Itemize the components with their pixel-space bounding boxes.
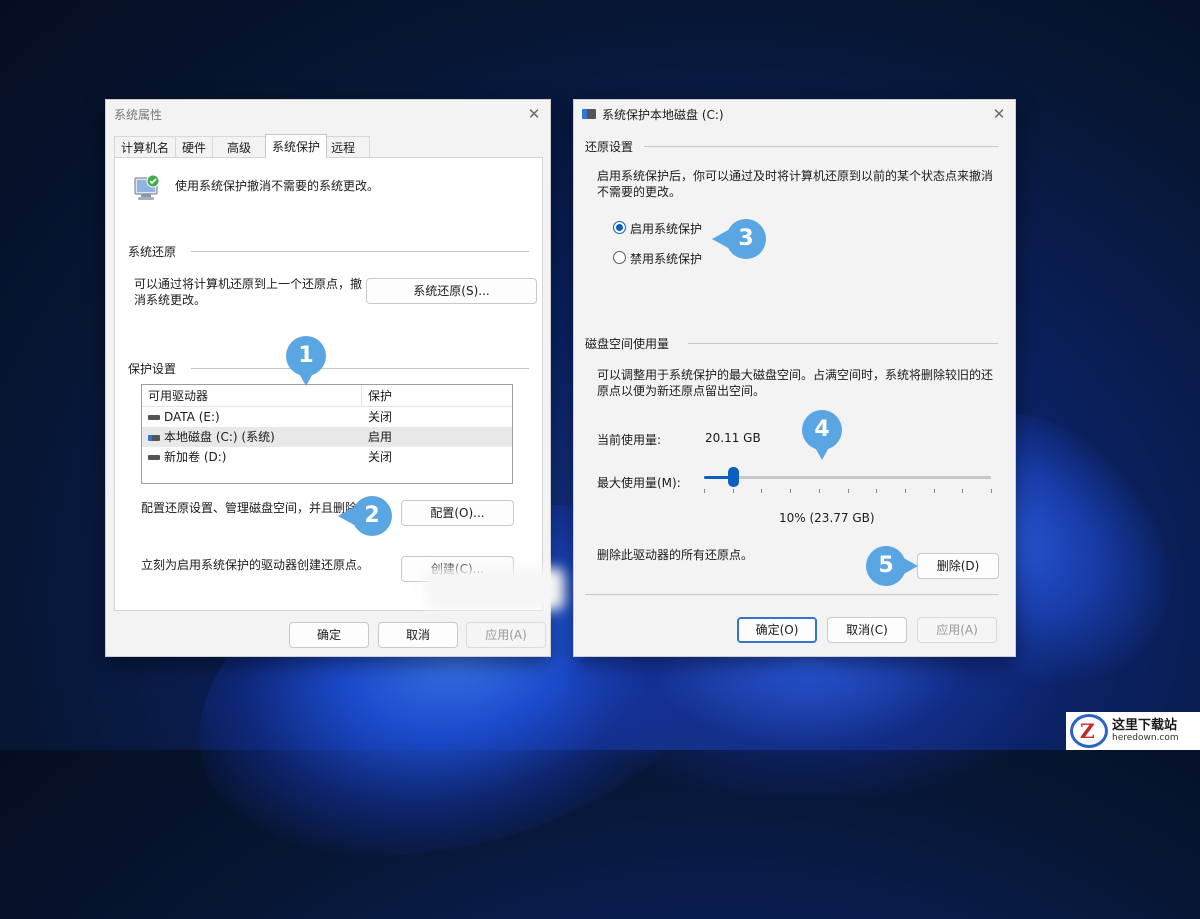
configure-button[interactable]: 配置(O)... (401, 500, 514, 526)
group-divider (191, 368, 529, 369)
tab-hardware[interactable]: 硬件 (175, 136, 214, 158)
site-logo-icon (1070, 714, 1108, 748)
slider-tick (732, 489, 734, 493)
drive-icon (148, 415, 160, 420)
tab-advanced[interactable]: 高级 (212, 136, 267, 158)
list-item[interactable]: 新加卷 (D:) 关闭 (142, 447, 512, 467)
system-properties-window: 系统属性 ✕ 计算机名 硬件 高级 系统保护 远程 使用系统保护撤消不需要的系统… (105, 99, 565, 657)
disk-usage-description: 可以调整用于系统保护的最大磁盘空间。占满空间时，系统将删除较旧的还原点以便为新还… (597, 368, 994, 398)
drive-name: 新加卷 (D:) (164, 450, 227, 464)
slider-tick (761, 489, 763, 493)
footer-divider (585, 594, 998, 595)
tab-computer-name[interactable]: 计算机名 (114, 136, 177, 158)
callout-4: 4 (802, 410, 842, 460)
slider-tick (876, 489, 878, 493)
slider-tick (904, 489, 906, 493)
disable-protection-label[interactable]: 禁用系统保护 (630, 250, 702, 267)
max-usage-slider-thumb[interactable] (727, 467, 739, 487)
restore-description: 启用系统保护后，你可以通过及时将计算机还原到以前的某个状态点来撤消不需要的更改。 (597, 169, 994, 199)
callout-3: 3 (712, 219, 766, 259)
tab-panel: 使用系统保护撤消不需要的系统更改。 系统还原 可以通过将计算机还原到上一个还原点… (114, 157, 565, 611)
group-divider (688, 343, 998, 344)
system-restore-group-title: 系统还原 (128, 245, 177, 259)
column-header-protection[interactable]: 保护 (362, 385, 392, 406)
tab-strip: 计算机名 硬件 高级 系统保护 远程 (114, 134, 371, 158)
drive-name: DATA (E:) (164, 410, 220, 424)
column-header-drives[interactable]: 可用驱动器 (142, 385, 362, 406)
system-restore-description: 可以通过将计算机还原到上一个还原点，撤消系统更改。 (134, 277, 363, 307)
disable-protection-radio[interactable] (613, 251, 626, 264)
current-usage-value: 20.11 GB (705, 431, 761, 445)
drive-list[interactable]: 可用驱动器 保护 DATA (E:) 关闭 本地磁盘 (C:) (系统) 启用 … (141, 384, 513, 484)
close-icon[interactable]: ✕ (989, 104, 1009, 124)
slider-tick (933, 489, 935, 493)
system-drive-icon (148, 434, 160, 441)
drive-status: 关闭 (368, 450, 393, 464)
drive-name: 本地磁盘 (C:) (系统) (164, 430, 275, 444)
callout-2: 2 (338, 496, 392, 536)
drive-status: 启用 (368, 430, 393, 444)
intro-text: 使用系统保护撤消不需要的系统更改。 (175, 179, 380, 193)
system-restore-button[interactable]: 系统还原(S)... (366, 278, 537, 304)
cancel-button[interactable]: 取消(C) (827, 617, 907, 643)
list-header: 可用驱动器 保护 (142, 385, 512, 407)
window-title: 系统属性 (114, 107, 163, 122)
restore-settings-group-title: 还原设置 (585, 140, 634, 154)
tab-system-protection[interactable]: 系统保护 (265, 134, 328, 158)
current-usage-label: 当前使用量: (597, 433, 662, 447)
callout-1: 1 (286, 336, 326, 386)
apply-button[interactable]: 应用(A) (917, 617, 997, 643)
ok-button[interactable]: 确定(O) (737, 617, 817, 643)
blur-overlay (425, 568, 565, 610)
enable-protection-radio[interactable] (613, 221, 626, 234)
close-icon[interactable]: ✕ (524, 104, 544, 124)
max-usage-value: 10% (23.77 GB) (779, 511, 875, 525)
drive-status: 关闭 (368, 410, 393, 424)
apply-button[interactable]: 应用(A) (466, 622, 546, 648)
cancel-button[interactable]: 取消 (378, 622, 458, 648)
slider-tick (790, 489, 792, 493)
group-divider (644, 146, 998, 147)
enable-protection-label[interactable]: 启用系统保护 (630, 220, 702, 237)
slider-tick (991, 489, 992, 493)
system-protection-c-window: 系统保护本地磁盘 (C:) ✕ 还原设置 启用系统保护后，你可以通过及时将计算机… (573, 99, 1016, 657)
watermark-en: heredown.com (1112, 733, 1179, 743)
drive-title-icon (582, 109, 596, 119)
delete-button[interactable]: 删除(D) (917, 553, 999, 579)
group-divider (191, 251, 529, 252)
max-usage-slider-track[interactable] (704, 476, 991, 479)
ok-button[interactable]: 确定 (289, 622, 369, 648)
slider-tick (818, 489, 820, 493)
list-item[interactable]: 本地磁盘 (C:) (系统) 启用 (142, 427, 512, 447)
delete-description: 删除此驱动器的所有还原点。 (597, 548, 754, 562)
disk-usage-group-title: 磁盘空间使用量 (585, 337, 670, 351)
protection-settings-group-title: 保护设置 (128, 362, 177, 376)
slider-tick (704, 489, 705, 493)
tab-remote[interactable]: 远程 (326, 136, 371, 158)
slider-tick (962, 489, 964, 493)
watermark: 这里下载站 heredown.com (1066, 712, 1200, 750)
drive-icon (148, 455, 160, 460)
watermark-cn: 这里下载站 (1112, 718, 1178, 733)
titlebar[interactable]: 系统属性 ✕ (106, 100, 550, 128)
titlebar[interactable]: 系统保护本地磁盘 (C:) ✕ (574, 100, 1015, 128)
list-item[interactable]: DATA (E:) 关闭 (142, 407, 512, 427)
system-protection-icon (129, 172, 163, 206)
create-description: 立刻为启用系统保护的驱动器创建还原点。 (141, 558, 370, 572)
window-title: 系统保护本地磁盘 (C:) (602, 107, 724, 122)
callout-5: 5 (866, 546, 918, 586)
max-usage-label: 最大使用量(M): (597, 476, 681, 490)
slider-tick (847, 489, 849, 493)
